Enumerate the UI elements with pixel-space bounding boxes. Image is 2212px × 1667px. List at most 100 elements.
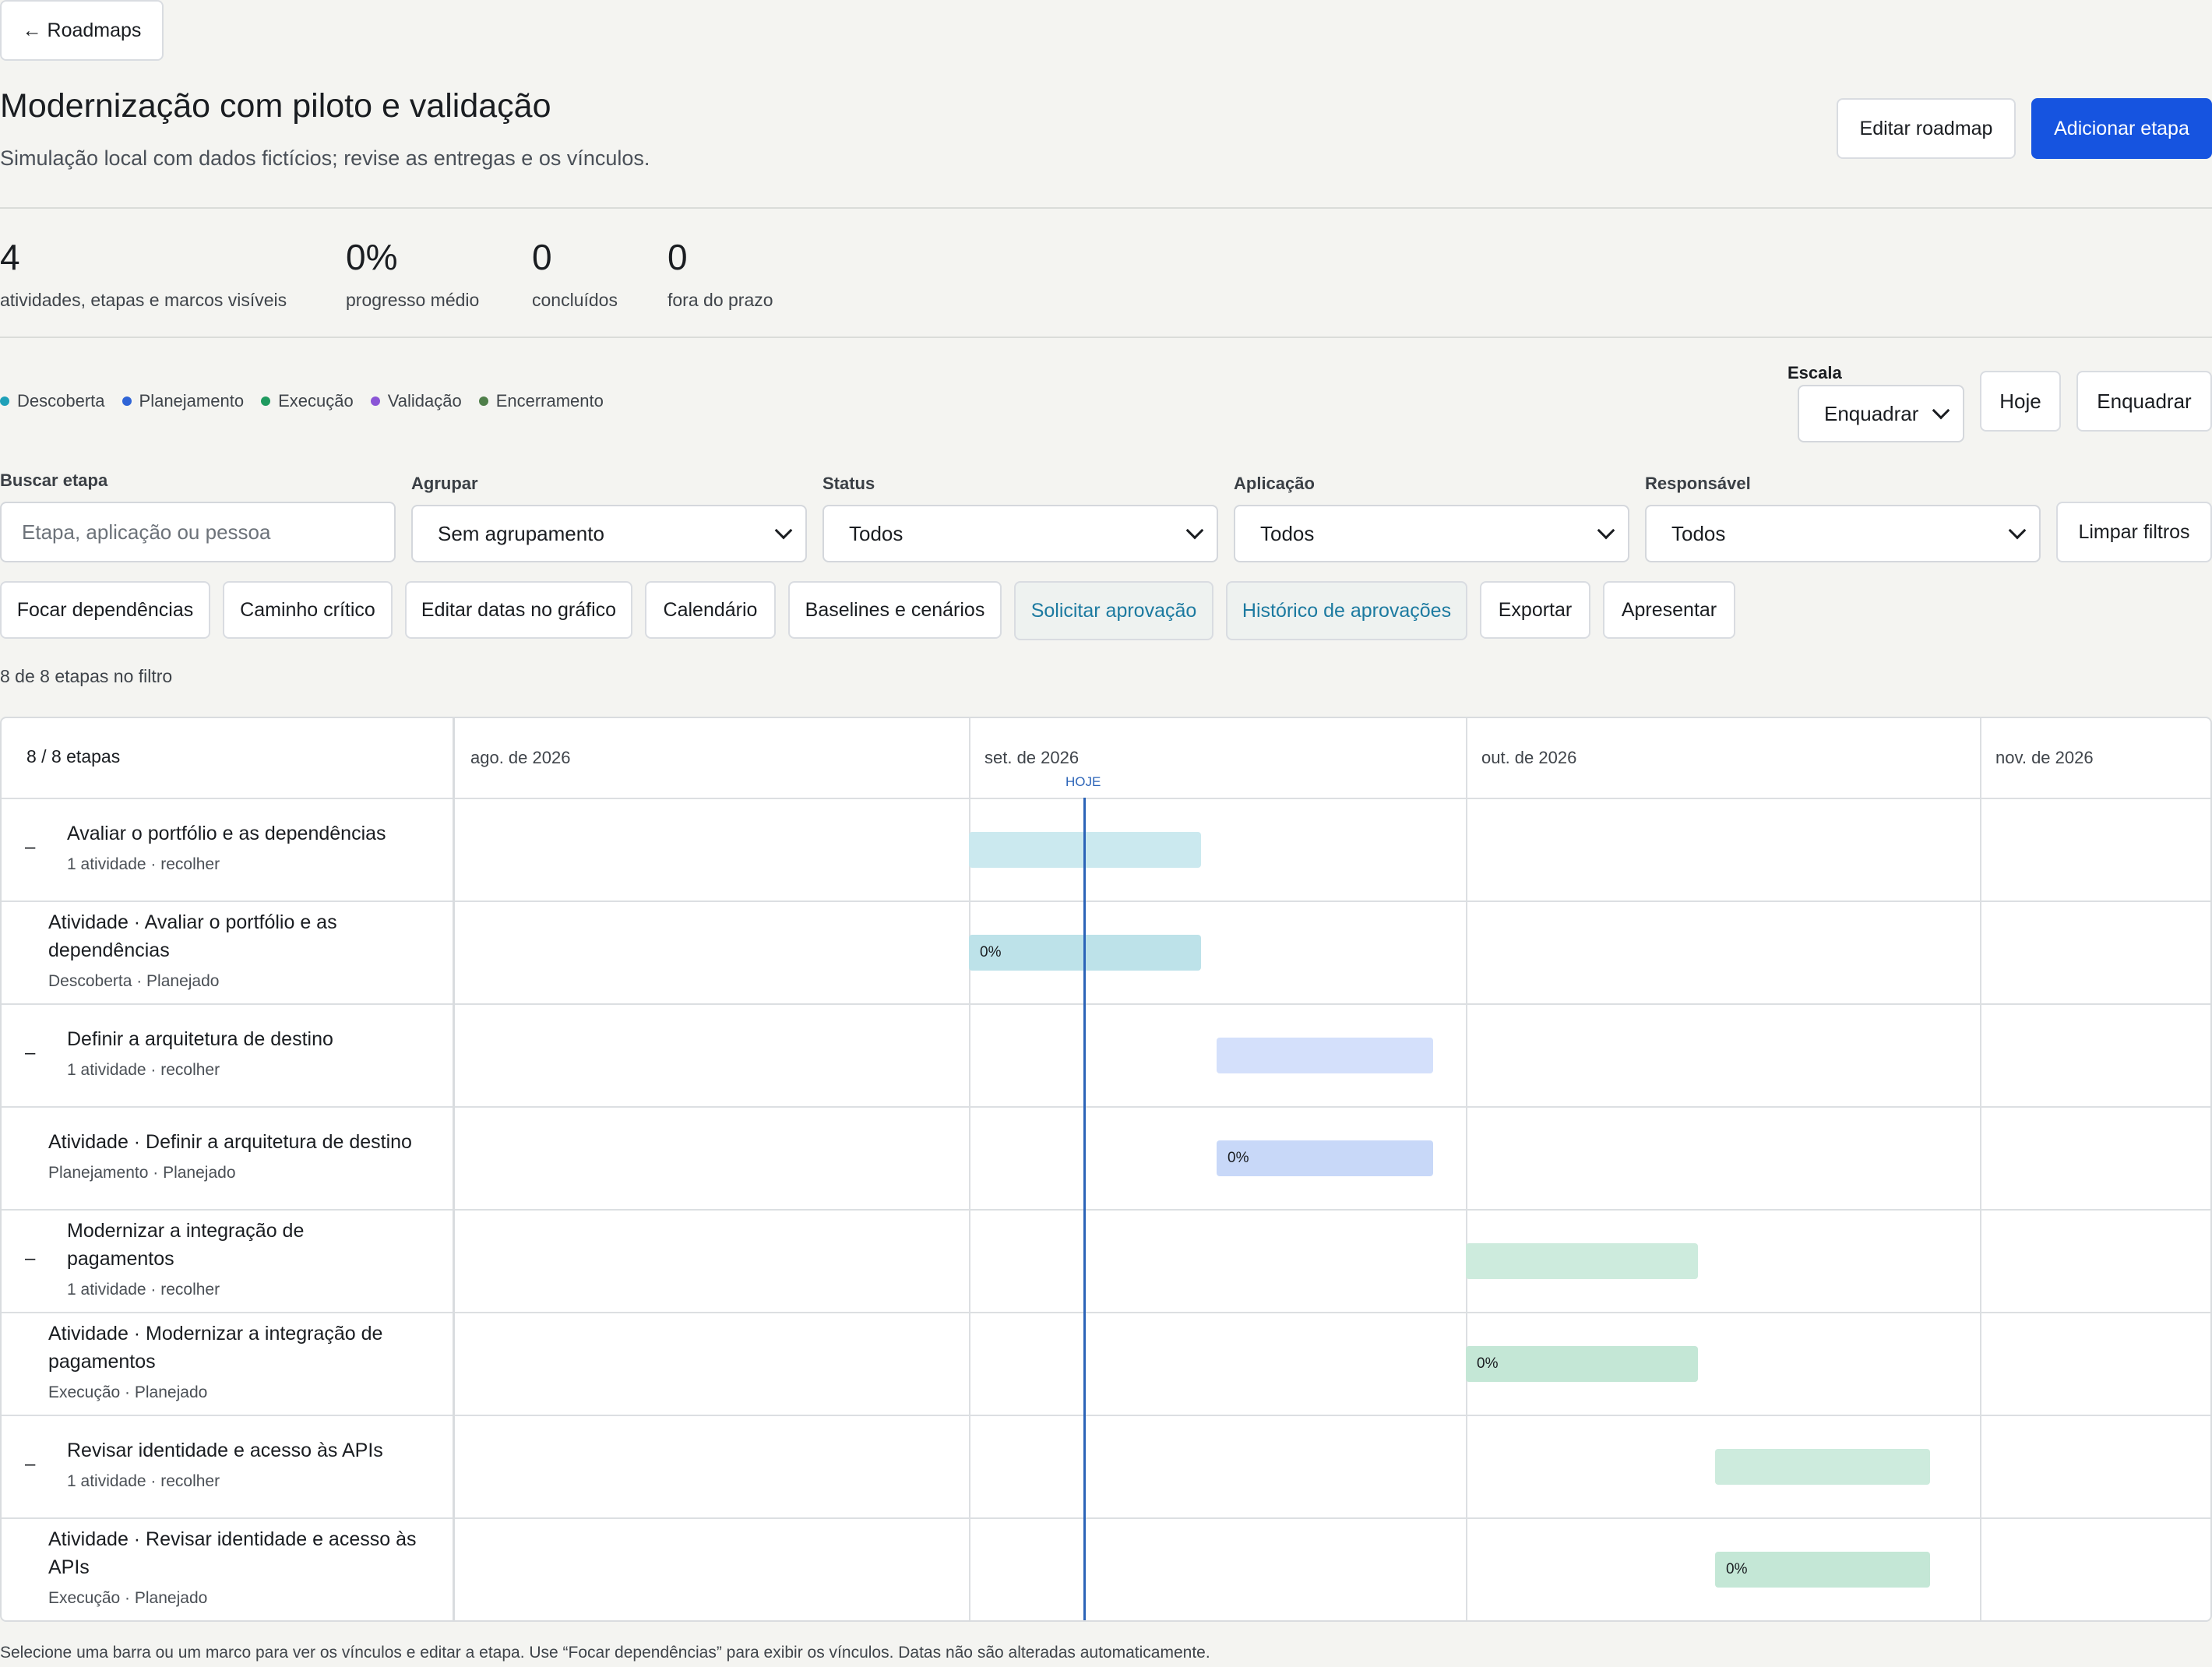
legend-label: Encerramento	[495, 391, 604, 411]
owner-label: Responsável	[1645, 474, 1751, 493]
bar-progress-label: 0%	[1726, 1561, 1748, 1577]
calendar-button[interactable]: Calendário	[645, 581, 776, 639]
back-to-roadmaps-button[interactable]: ← Roadmaps	[0, 0, 164, 61]
group-subtitle[interactable]: 1 atividade · recolher	[67, 1281, 220, 1299]
add-stage-button[interactable]: Adicionar etapa	[2031, 98, 2212, 159]
filter-count: 8 de 8 etapas no filtro	[0, 666, 173, 686]
stat-done-value: 0	[532, 237, 552, 277]
group-title[interactable]: Definir a arquitetura de destino	[67, 1025, 441, 1053]
legend-dot	[261, 396, 271, 406]
collapse-toggle[interactable]: –	[25, 1454, 35, 1475]
group-title[interactable]: Revisar identidade e acesso às APIs	[67, 1436, 441, 1464]
task-bar[interactable]: 0%	[1715, 1552, 1930, 1588]
scale-value: Enquadrar	[1824, 401, 1919, 425]
group-subtitle[interactable]: 1 atividade · recolher	[67, 1061, 220, 1080]
edit-roadmap-button[interactable]: Editar roadmap	[1837, 98, 2016, 159]
scale-select[interactable]: Enquadrar	[1798, 385, 1964, 442]
focus-dependencies-button[interactable]: Focar dependências	[0, 581, 210, 639]
status-select[interactable]: Todos	[822, 505, 1218, 562]
task-bar[interactable]: 0%	[1217, 1140, 1433, 1176]
fit-button[interactable]: Enquadrar	[2076, 371, 2212, 432]
application-select[interactable]: Todos	[1234, 505, 1629, 562]
group-subtitle[interactable]: 1 atividade · recolher	[67, 855, 220, 874]
bar-progress-label: 0%	[1477, 1355, 1499, 1372]
group-select[interactable]: Sem agrupamento	[411, 505, 807, 562]
chevron-down-icon	[1597, 521, 1615, 540]
export-button[interactable]: Exportar	[1480, 581, 1590, 639]
stat-visible-label: atividades, etapas e marcos visíveis	[0, 290, 287, 310]
legend-item-planejamento: Planejamento	[122, 391, 245, 411]
legend-item-descoberta: Descoberta	[0, 391, 105, 411]
page-title: Modernização com piloto e validação	[0, 87, 551, 125]
today-button[interactable]: Hoje	[1980, 371, 2061, 432]
legend-label: Planejamento	[139, 391, 245, 411]
task-title[interactable]: Atividade · Modernizar a integração de p…	[48, 1320, 438, 1376]
legend-dot	[0, 396, 9, 406]
present-button[interactable]: Apresentar	[1603, 581, 1735, 639]
edit-dates-button[interactable]: Editar datas no gráfico	[405, 581, 632, 639]
request-approval-button[interactable]: Solicitar aprovação	[1014, 581, 1213, 640]
task-title[interactable]: Atividade · Definir a arquitetura de des…	[48, 1128, 446, 1156]
application-label: Aplicação	[1234, 474, 1315, 493]
application-value: Todos	[1260, 521, 1315, 545]
legend-dot	[370, 396, 380, 406]
collapse-toggle[interactable]: –	[25, 1042, 35, 1064]
page-subtitle: Simulação local com dados fictícios; rev…	[0, 146, 650, 170]
group-bar[interactable]	[1466, 1243, 1698, 1279]
phase-legend: Descoberta Planejamento Execução Validaç…	[0, 391, 604, 411]
legend-item-validacao: Validação	[370, 391, 462, 411]
chevron-down-icon	[2008, 521, 2027, 540]
baselines-button[interactable]: Baselines e cenários	[788, 581, 1002, 639]
group-label: Agrupar	[411, 474, 478, 493]
task-title[interactable]: Atividade · Revisar identidade e acesso …	[48, 1525, 422, 1581]
task-subtitle: Execução · Planejado	[48, 1383, 208, 1401]
group-bar[interactable]	[1217, 1038, 1433, 1073]
search-input[interactable]: Etapa, aplicação ou pessoa	[0, 502, 396, 562]
today-label: HOJE	[1065, 774, 1101, 789]
task-subtitle: Descoberta · Planejado	[48, 972, 220, 990]
legend-dot	[122, 396, 132, 406]
back-label: ← Roadmaps	[22, 19, 142, 41]
collapse-toggle[interactable]: –	[25, 1248, 35, 1270]
task-title[interactable]: Atividade · Avaliar o portfólio e as dep…	[48, 908, 399, 964]
stat-late-value: 0	[667, 237, 688, 277]
stat-progress-label: progresso médio	[346, 290, 480, 310]
legend-item-execucao: Execução	[261, 391, 354, 411]
chevron-down-icon	[774, 521, 793, 540]
legend-label: Execução	[278, 391, 354, 411]
critical-path-button[interactable]: Caminho crítico	[223, 581, 393, 639]
task-subtitle: Planejamento · Planejado	[48, 1164, 236, 1182]
task-bar[interactable]: 0%	[1466, 1346, 1698, 1382]
month-label: set. de 2026	[984, 748, 1080, 767]
divider	[0, 207, 2212, 209]
month-divider	[1980, 718, 1981, 1620]
group-bar[interactable]	[1715, 1449, 1930, 1485]
stat-visible-count: 4	[0, 237, 20, 277]
status-value: Todos	[849, 521, 903, 545]
stat-done-label: concluídos	[532, 290, 618, 310]
clear-filters-button[interactable]: Limpar filtros	[2056, 502, 2212, 562]
bar-progress-label: 0%	[1228, 1150, 1249, 1166]
footer-note: Selecione uma barra ou um marco para ver…	[0, 1644, 1210, 1662]
group-subtitle[interactable]: 1 atividade · recolher	[67, 1472, 220, 1491]
gantt-stage-count: 8 / 8 etapas	[26, 746, 121, 767]
legend-item-encerramento: Encerramento	[478, 391, 604, 411]
bar-progress-label: 0%	[980, 944, 1002, 960]
stat-late-label: fora do prazo	[667, 290, 773, 310]
month-label: out. de 2026	[1481, 748, 1577, 767]
legend-label: Descoberta	[17, 391, 105, 411]
scale-label: Escala	[1788, 363, 1842, 382]
group-title[interactable]: Avaliar o portfólio e as dependências	[67, 819, 441, 848]
approval-history-button[interactable]: Histórico de aprovações	[1226, 581, 1467, 640]
owner-select[interactable]: Todos	[1645, 505, 2041, 562]
legend-label: Validação	[387, 391, 462, 411]
legend-dot	[478, 396, 488, 406]
divider	[0, 337, 2212, 338]
today-marker	[1083, 798, 1086, 1620]
stat-progress-value: 0%	[346, 237, 398, 277]
chevron-down-icon	[1932, 401, 1950, 420]
group-title[interactable]: Modernizar a integração de pagamentos	[67, 1217, 363, 1273]
gantt-chart: 8 / 8 etapas ago. de 2026 set. de 2026 o…	[0, 717, 2212, 1622]
search-label: Buscar etapa	[0, 470, 108, 490]
collapse-toggle[interactable]: –	[25, 837, 35, 858]
